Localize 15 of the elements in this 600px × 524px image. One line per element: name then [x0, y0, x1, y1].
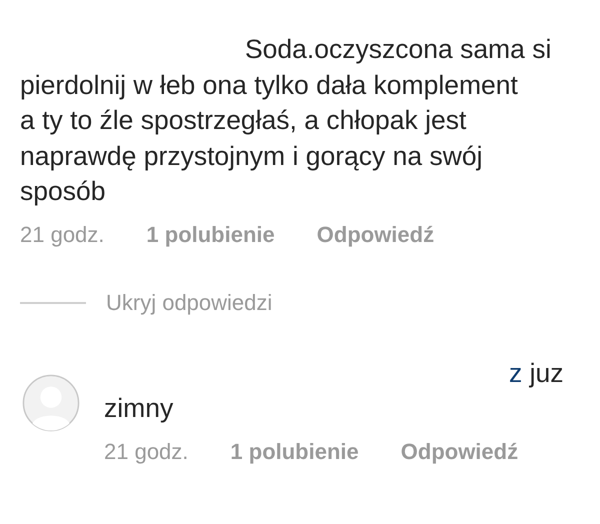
comment-text: naprawdę przystojnym i gorący na swój [20, 140, 482, 172]
hide-replies-button[interactable]: Ukryj odpowiedzi [106, 290, 272, 316]
comment-text: pierdolnij w łeb ona tylko dała komplement [20, 68, 518, 102]
comment-text: Soda.oczyszcona sama si [244, 33, 552, 66]
comment-text: z juz [508, 356, 564, 390]
likes-link[interactable]: 1 polubienie [146, 222, 275, 248]
reply-link[interactable]: Odpowiedź [400, 438, 518, 464]
comment-text: zimny [104, 392, 174, 425]
comment-text: a ty to źle spostrzegłaś, a chłopak jest [20, 104, 466, 137]
comment-time: 21 godz. [20, 222, 104, 248]
comment-time: 21 godz. [104, 438, 188, 464]
reply-link[interactable]: Odpowiedź [316, 222, 434, 248]
comment-text: sposób [20, 175, 106, 208]
avatar-icon [22, 374, 80, 432]
likes-link[interactable]: 1 polubienie [230, 438, 359, 464]
